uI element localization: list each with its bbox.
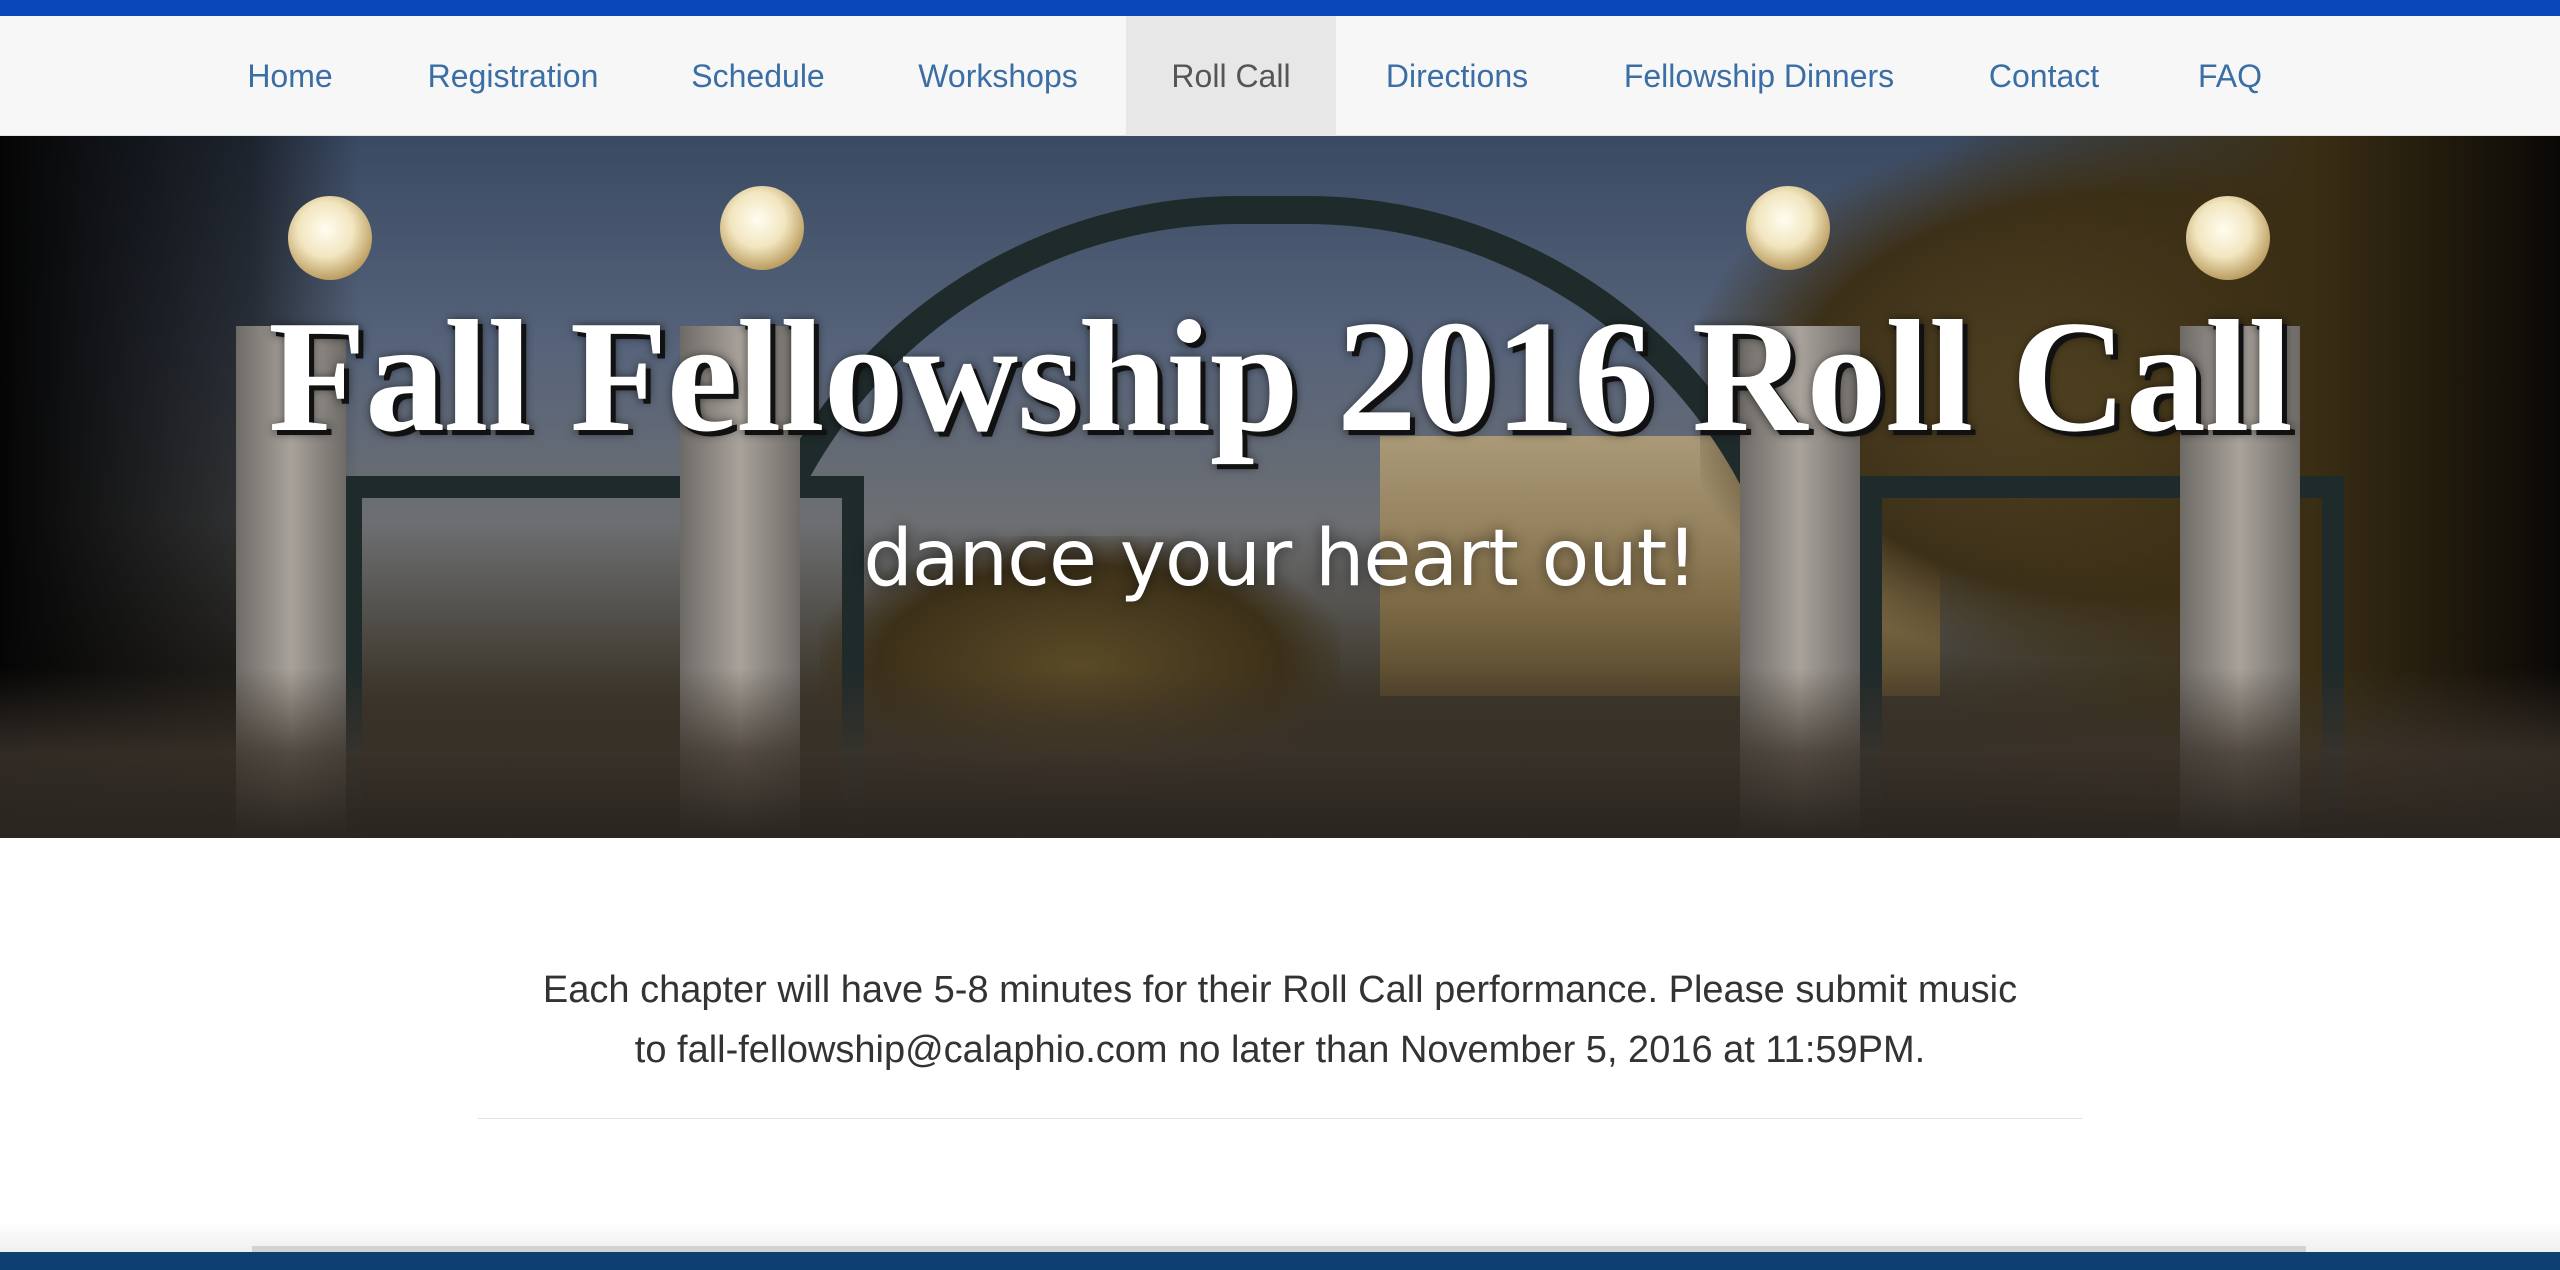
section-divider	[478, 1118, 2082, 1119]
nav-schedule[interactable]: Schedule	[676, 16, 840, 136]
instructions-line-2: to fall-fellowship@calaphio.com no later…	[634, 1029, 1926, 1071]
hero-lamp	[2186, 196, 2270, 280]
nav-workshops[interactable]: Workshops	[908, 16, 1088, 136]
main-navbar: Home Registration Schedule Workshops Rol…	[0, 16, 2560, 136]
hero-lamp	[1746, 186, 1830, 270]
instructions-line-1: Each chapter will have 5-8 minutes for t…	[542, 969, 2018, 1011]
hero-subtitle: dance your heart out!	[863, 514, 1697, 604]
hero-lamp	[720, 186, 804, 270]
nav-fellowship-dinners[interactable]: Fellowship Dinners	[1610, 16, 1908, 136]
nav-registration[interactable]: Registration	[418, 16, 608, 136]
nav-contact[interactable]: Contact	[1974, 16, 2114, 136]
footer-bar	[0, 1252, 2560, 1270]
nav-roll-call[interactable]: Roll Call	[1126, 16, 1336, 136]
nav-directions[interactable]: Directions	[1370, 16, 1544, 136]
nav-faq[interactable]: FAQ	[2182, 16, 2278, 136]
roll-call-instructions: Each chapter will have 5-8 minutes for t…	[440, 960, 2120, 1080]
hero-lamp	[288, 196, 372, 280]
nav-home[interactable]: Home	[230, 16, 350, 136]
hero-banner: Fall Fellowship 2016 Roll Call dance you…	[0, 136, 2560, 838]
hero-title: Fall Fellowship 2016 Roll Call	[268, 287, 2292, 465]
top-accent-stripe	[0, 0, 2560, 16]
